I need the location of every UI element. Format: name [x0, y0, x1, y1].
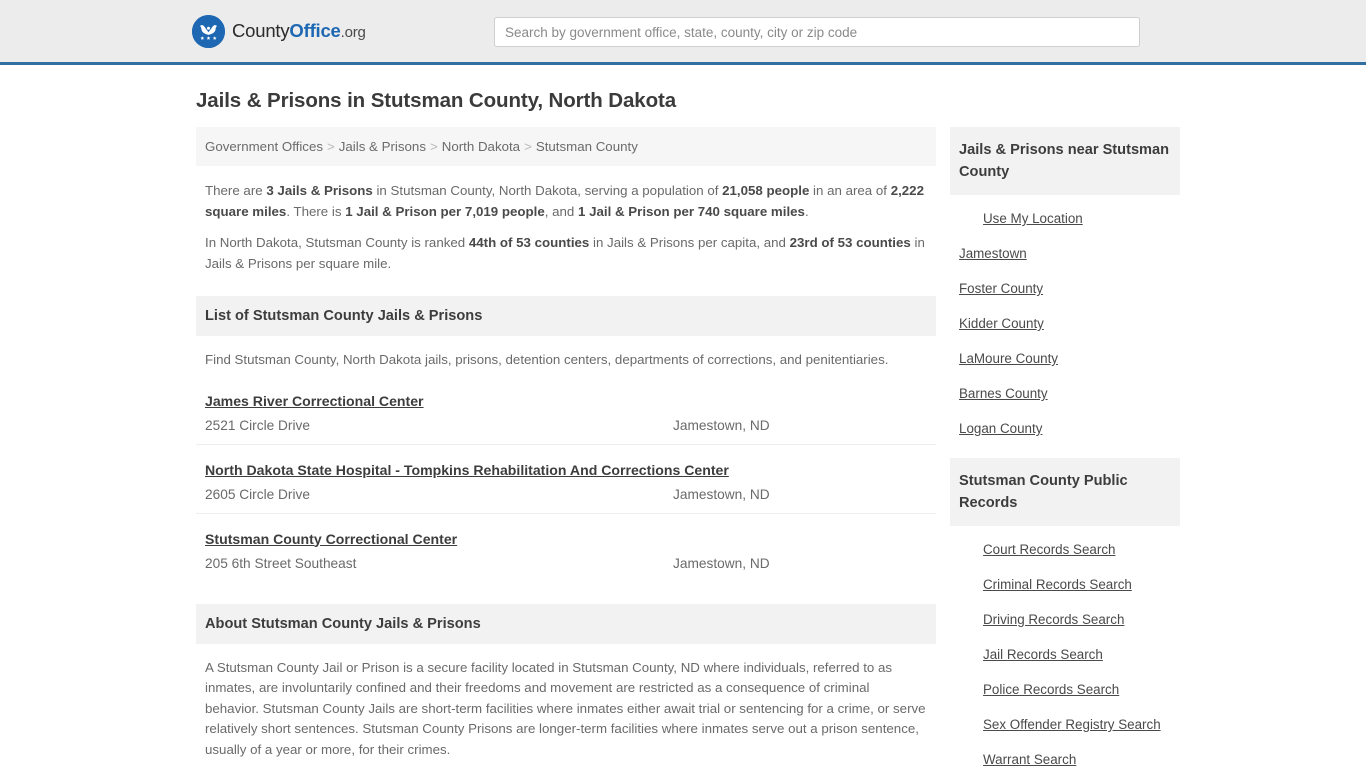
records-link-jail[interactable]: Jail Records Search	[950, 637, 1180, 672]
records-link-police[interactable]: Police Records Search	[950, 672, 1180, 707]
breadcrumb-separator: >	[524, 139, 532, 154]
site-logo-text: CountyOffice.org	[232, 20, 366, 42]
public-records-panel-links: Court Records Search Criminal Records Se…	[950, 526, 1180, 768]
stat-per-people: 1 Jail & Prison per 7,019 people	[345, 203, 545, 219]
nearby-link-jamestown[interactable]: Jamestown	[950, 236, 1180, 271]
page-container: Jails & Prisons in Stutsman County, Nort…	[0, 89, 1366, 768]
intro-text: . There is	[286, 203, 346, 219]
about-section-heading: About Stutsman County Jails & Prisons	[196, 603, 936, 644]
nearby-panel-links: Use My Location Jamestown Foster County …	[950, 195, 1180, 446]
nearby-panel-heading: Jails & Prisons near Stutsman County	[950, 127, 1180, 195]
content-columns: Government Offices > Jails & Prisons > North…	[196, 127, 1180, 768]
nearby-link-logan-county[interactable]: Logan County	[950, 411, 1180, 446]
records-link-driving[interactable]: Driving Records Search	[950, 602, 1180, 637]
list-section-heading: List of Stutsman County Jails & Prisons	[196, 296, 936, 336]
nearby-link-lamoure-county[interactable]: LaMoure County	[950, 341, 1180, 376]
intro-statistics: There are 3 Jails & Prisons in Stutsman …	[196, 166, 936, 274]
sidebar: Jails & Prisons near Stutsman County Use…	[950, 127, 1180, 768]
use-my-location-link[interactable]: Use My Location	[950, 201, 1180, 236]
facility-address: 2521 Circle Drive	[205, 417, 310, 433]
main-content: Government Offices > Jails & Prisons > North…	[196, 127, 936, 760]
stat-rank-per-area: 23rd of 53 counties	[789, 235, 911, 250]
logo-text-office: Office	[289, 20, 341, 41]
breadcrumb-item-stutsman-county[interactable]: Stutsman County	[536, 139, 638, 154]
breadcrumb-item-government-offices[interactable]: Government Offices	[205, 139, 323, 154]
nearby-link-foster-county[interactable]: Foster County	[950, 271, 1180, 306]
site-header: CountyOffice.org	[0, 0, 1366, 65]
nearby-panel: Jails & Prisons near Stutsman County Use…	[950, 127, 1180, 446]
intro-text: In North Dakota, Stutsman County is rank…	[205, 235, 469, 250]
stat-population: 21,058 people	[722, 183, 810, 198]
breadcrumb-separator: >	[429, 139, 438, 154]
records-link-criminal[interactable]: Criminal Records Search	[950, 567, 1180, 602]
about-section-body: A Stutsman County Jail or Prison is a se…	[196, 644, 936, 761]
facility-name-link[interactable]: North Dakota State Hospital - Tompkins R…	[205, 462, 729, 478]
public-records-panel: Stutsman County Public Records Court Rec…	[950, 458, 1180, 768]
facility-detail-row: 2521 Circle Drive Jamestown, ND	[205, 418, 927, 433]
list-item: North Dakota State Hospital - Tompkins R…	[196, 458, 936, 514]
logo-text-county: County	[232, 20, 290, 41]
records-link-sex-offender[interactable]: Sex Offender Registry Search	[950, 707, 1180, 742]
eagle-stars-seal-icon	[192, 14, 225, 48]
facility-name-link[interactable]: James River Correctional Center	[205, 393, 424, 409]
list-item: Stutsman County Correctional Center 205 …	[196, 527, 936, 582]
nearby-link-kidder-county[interactable]: Kidder County	[950, 306, 1180, 341]
list-section-note: Find Stutsman County, North Dakota jails…	[205, 352, 889, 367]
facility-detail-row: 205 6th Street Southeast Jamestown, ND	[205, 556, 927, 571]
breadcrumb-separator: >	[327, 139, 335, 154]
facility-address: 205 6th Street Southeast	[205, 555, 357, 571]
search-input[interactable]	[494, 17, 1140, 47]
intro-text: in Jails & Prisons per capita, and	[589, 235, 790, 250]
logo-text-org: .org	[340, 24, 366, 41]
intro-text: in Stutsman County, North Dakota, servin…	[372, 183, 723, 198]
breadcrumb-item-north-dakota[interactable]: North Dakota	[442, 139, 520, 154]
intro-paragraph-2: In North Dakota, Stutsman County is rank…	[205, 233, 927, 274]
records-link-court[interactable]: Court Records Search	[950, 532, 1180, 567]
intro-text: There are	[205, 183, 267, 198]
intro-paragraph-1: There are 3 Jails & Prisons in Stutsman …	[205, 181, 927, 222]
intro-text: , and	[544, 203, 579, 219]
site-logo-link[interactable]: CountyOffice.org	[192, 14, 366, 48]
about-paragraph: A Stutsman County Jail or Prison is a se…	[205, 659, 926, 757]
public-records-panel-heading: Stutsman County Public Records	[950, 458, 1180, 526]
intro-text: .	[804, 203, 809, 219]
facility-name-link[interactable]: Stutsman County Correctional Center	[205, 531, 457, 547]
list-item: James River Correctional Center 2521 Cir…	[196, 389, 936, 445]
facility-list: James River Correctional Center 2521 Cir…	[196, 389, 936, 582]
stat-per-area: 1 Jail & Prison per 740 square miles	[578, 203, 805, 219]
stat-rank-per-capita: 44th of 53 counties	[468, 235, 590, 250]
stat-facility-count: 3 Jails & Prisons	[266, 183, 373, 198]
facility-city: Jamestown, ND	[673, 555, 770, 571]
page-title: Jails & Prisons in Stutsman County, Nort…	[196, 89, 677, 112]
facility-address: 2605 Circle Drive	[205, 486, 310, 502]
search-container	[494, 17, 1140, 47]
facility-city: Jamestown, ND	[673, 417, 770, 433]
breadcrumb: Government Offices > Jails & Prisons > North…	[196, 127, 936, 166]
facility-city: Jamestown, ND	[673, 486, 770, 502]
records-link-warrant[interactable]: Warrant Search	[950, 742, 1180, 768]
nearby-link-barnes-county[interactable]: Barnes County	[950, 376, 1180, 411]
breadcrumb-item-jails-prisons[interactable]: Jails & Prisons	[339, 139, 426, 154]
intro-text: in an area of	[809, 183, 891, 198]
facility-detail-row: 2605 Circle Drive Jamestown, ND	[205, 487, 927, 502]
